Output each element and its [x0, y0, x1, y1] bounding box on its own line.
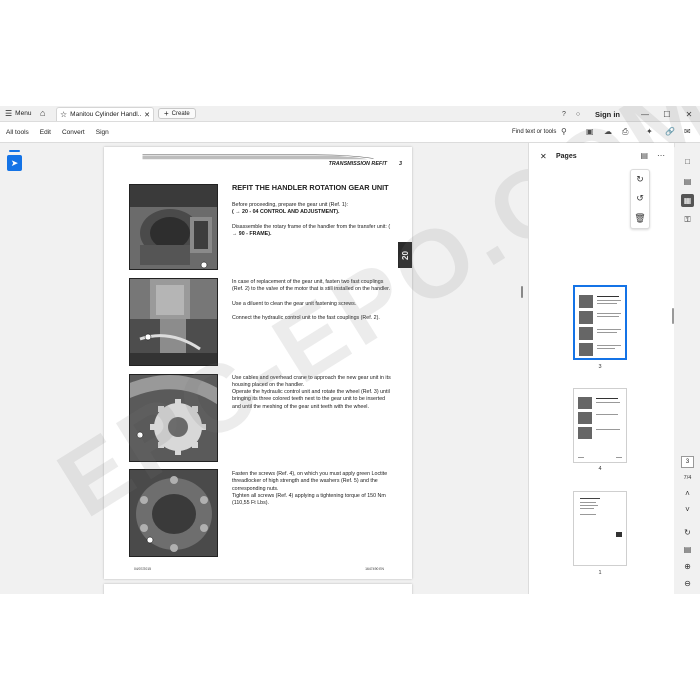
close-panel-icon[interactable]: ✕ — [540, 152, 547, 161]
sign-in-button[interactable]: Sign in — [595, 110, 620, 119]
main-toolbar: All tools Edit Convert Sign Find text or… — [0, 122, 700, 143]
title-bar-right: ? ○ Sign in — ☐ ✕ — [557, 106, 700, 122]
page-fit-icon[interactable]: ▤ — [681, 543, 694, 556]
chapter-number: 20 — [400, 250, 410, 260]
chevron-down-icon[interactable]: ˅ — [681, 503, 694, 516]
pdf-page: TRANSMISSION REFIT 3 REFIT THE HANDLER R… — [104, 147, 412, 579]
photo-gear-unit — [129, 184, 218, 270]
next-pdf-page — [104, 584, 412, 594]
paragraph-couplings: In case of replacement of the gear unit,… — [232, 279, 391, 293]
chapter-tab: 20 — [398, 242, 412, 268]
zoom-in-icon[interactable]: ⊕ — [681, 560, 694, 573]
minimize-icon[interactable]: — — [634, 110, 656, 119]
pages-grid-icon[interactable]: ▦ — [681, 194, 694, 207]
page-header: TRANSMISSION REFIT 3 — [329, 161, 402, 167]
thumbnail-label-1: 1 — [598, 570, 602, 576]
page-thumbnail-4[interactable] — [573, 388, 627, 463]
help-icon[interactable]: ? — [557, 111, 571, 118]
ref-control-adjustment[interactable]: ( → 20 - 04 CONTROL AND ADJUSTMENT). — [232, 209, 340, 215]
link-icon[interactable]: 🔗 — [665, 127, 675, 136]
tool-indicator — [9, 150, 20, 152]
paragraph-diluent: Use a diluent to clean the gear unit fas… — [232, 301, 357, 307]
thumbnail-label-4: 4 — [598, 466, 602, 472]
paragraph-disassemble: Disassemble the rotary frame of the hand… — [232, 224, 392, 239]
right-tool-rail: □ ▤ ▦ ⚿ 3 7/4 ˄ ˅ ↻ ▤ ⊕ ⊖ — [675, 143, 700, 594]
thumbnail-tools: ↻ ↺ 🗑 — [630, 169, 650, 229]
menu-sign[interactable]: Sign — [96, 129, 109, 136]
search-icon[interactable]: ⚲ — [561, 127, 567, 136]
paragraph-operate: Operate the hydraulic control unit and r… — [232, 389, 390, 410]
text-prepare: Before proceeding, prepare the gear unit… — [232, 202, 349, 208]
current-page-input[interactable]: 3 — [681, 456, 694, 468]
pages-panel-header: ✕ Pages ▤ ⋯ — [529, 143, 674, 169]
select-cursor-icon[interactable]: ➤ — [7, 155, 22, 171]
paragraph-prepare: Before proceeding, prepare the gear unit… — [232, 202, 392, 217]
create-button[interactable]: + Create — [158, 108, 196, 119]
menu-convert[interactable]: Convert — [62, 129, 85, 136]
photo-screws — [129, 469, 218, 557]
header-title: TRANSMISSION REFIT — [328, 161, 387, 167]
lock-icon[interactable]: ⚿ — [681, 213, 694, 226]
ref-frame[interactable]: 90 - FRAME). — [239, 231, 272, 237]
mail-icon[interactable]: ✉ — [684, 127, 691, 136]
zoom-out-icon[interactable]: ⊖ — [681, 577, 694, 590]
left-tool-rail: ➤ — [0, 143, 28, 594]
tab-title: Manitou Cylinder Handl... — [70, 111, 142, 118]
delete-page-icon[interactable]: 🗑 — [634, 213, 645, 224]
star-icon[interactable]: ☆ — [60, 110, 67, 119]
save-icon[interactable]: ▣ — [586, 127, 594, 136]
refresh-icon[interactable]: ↻ — [681, 526, 694, 539]
header-swoosh — [142, 154, 374, 160]
toolbar-menu: All tools Edit Convert Sign — [6, 129, 109, 136]
document-tab[interactable]: ☆ Manitou Cylinder Handl... ✕ — [56, 107, 154, 121]
chevron-up-icon[interactable]: ˄ — [681, 487, 694, 500]
menu-all-tools[interactable]: All tools — [6, 129, 29, 136]
footer-code: 1647490 EN — [365, 567, 384, 571]
upload-icon[interactable]: ☁ — [604, 127, 612, 136]
menu-button[interactable]: ☰ Menu — [5, 109, 31, 118]
create-label: Create — [171, 110, 190, 117]
bookmark-panel-icon[interactable]: ▤ — [681, 175, 694, 188]
menu-label: Menu — [15, 110, 32, 117]
menu-edit[interactable]: Edit — [40, 129, 51, 136]
print-icon[interactable]: ⎙ — [622, 127, 628, 137]
page-thumbnail-3[interactable] — [573, 285, 627, 360]
home-icon[interactable]: ⌂ — [40, 108, 45, 118]
pdf-viewer-window: ☰ Menu ⌂ ☆ Manitou Cylinder Handl... ✕ +… — [0, 106, 700, 594]
title-bar: ☰ Menu ⌂ ☆ Manitou Cylinder Handl... ✕ +… — [0, 106, 700, 122]
close-tab-icon[interactable]: ✕ — [144, 111, 150, 119]
maximize-icon[interactable]: ☐ — [656, 110, 678, 119]
paragraph-tighten: Tighten all screws (Ref. 4) applying a t… — [232, 493, 386, 507]
pages-panel-scrollbar[interactable] — [672, 308, 674, 324]
footer-date: 04/07/2015 — [134, 567, 151, 571]
rotate-counterclockwise-icon[interactable]: ↺ — [636, 193, 644, 204]
page-count: 7/4 — [683, 475, 692, 481]
insert-page-icon[interactable]: ▤ — [640, 151, 648, 160]
header-page-number: 3 — [399, 161, 402, 167]
hamburger-icon: ☰ — [5, 109, 13, 118]
comment-icon[interactable]: □ — [681, 155, 694, 168]
pages-panel: ✕ Pages ▤ ⋯ 3 ↻ ↺ 🗑 4 1 — [528, 143, 674, 594]
find-text-button[interactable]: Find text or tools — [512, 129, 556, 135]
pages-panel-actions: ▤ ⋯ — [640, 151, 665, 160]
pages-panel-title: Pages — [556, 153, 577, 160]
paragraph-connect: Connect the hydraulic control unit to th… — [232, 315, 380, 321]
ai-assistant-icon[interactable]: ✦ — [646, 127, 653, 136]
thumbnail-label-3: 3 — [598, 364, 602, 370]
page-thumbnail-1[interactable] — [573, 491, 627, 566]
rotate-clockwise-icon[interactable]: ↻ — [636, 174, 644, 185]
paragraph-fasten: Fasten the screws (Ref. 4), on which you… — [232, 471, 388, 492]
more-options-icon[interactable]: ⋯ — [657, 151, 665, 160]
bell-icon[interactable]: ○ — [571, 111, 585, 118]
paragraph-cables: Use cables and overhead crane to approac… — [232, 375, 391, 389]
photo-fast-couplings — [129, 278, 218, 366]
section-heading: REFIT THE HANDLER ROTATION GEAR UNIT — [232, 183, 389, 192]
document-scrollbar-thumb[interactable] — [521, 286, 523, 298]
photo-wheel-gear — [129, 374, 218, 462]
plus-icon: + — [164, 109, 169, 118]
close-window-icon[interactable]: ✕ — [678, 110, 700, 119]
document-canvas[interactable]: TRANSMISSION REFIT 3 REFIT THE HANDLER R… — [28, 143, 528, 594]
